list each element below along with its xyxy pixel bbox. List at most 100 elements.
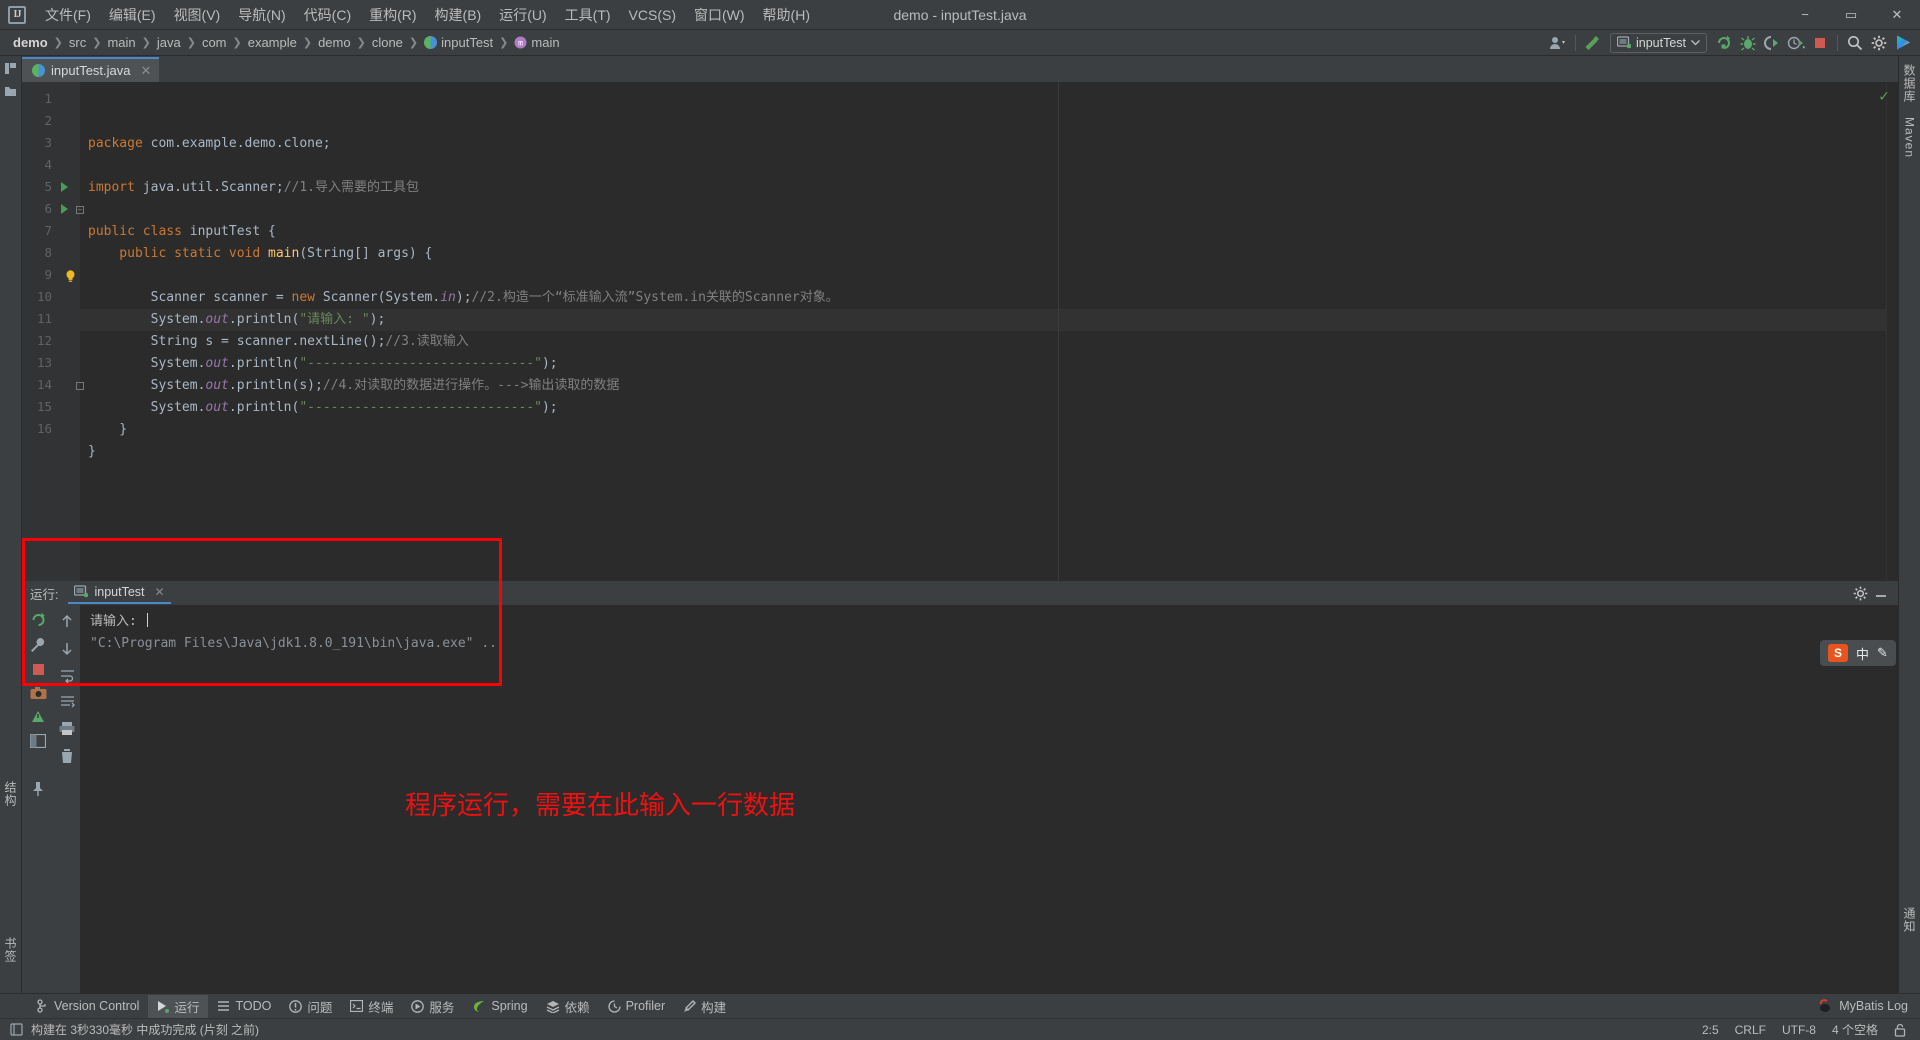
trash-icon[interactable] xyxy=(60,748,74,764)
scroll-up-icon[interactable] xyxy=(60,613,74,629)
editor-scrollbar[interactable] xyxy=(1886,82,1898,581)
account-icon[interactable] xyxy=(1547,32,1569,54)
layout-settings-icon[interactable] xyxy=(30,734,46,748)
gutter-line-9[interactable]: 9 xyxy=(22,264,80,286)
close-icon[interactable]: ✕ xyxy=(141,63,152,79)
code-line-7[interactable] xyxy=(80,265,1886,287)
gutter-line-3[interactable]: 3 xyxy=(22,132,80,154)
menu-code[interactable]: 代码(C) xyxy=(295,1,360,29)
code-line-2[interactable] xyxy=(80,155,1886,177)
menu-vcs[interactable]: VCS(S) xyxy=(620,3,685,27)
ime-status-bar[interactable]: S 中 ✎ xyxy=(1820,640,1896,666)
code-line-10[interactable]: String s = scanner.nextLine();//3.读取输入 xyxy=(80,331,1886,353)
run-configuration-selector[interactable]: inputTest xyxy=(1609,32,1707,53)
left-strip-bookmarks-label[interactable]: 书签 xyxy=(2,937,19,963)
menu-navigate[interactable]: 导航(N) xyxy=(229,1,294,29)
code-line-3[interactable]: import java.util.Scanner;//1.导入需要的工具包 xyxy=(80,177,1886,199)
project-tool-icon[interactable] xyxy=(4,62,17,75)
breadcrumb-main[interactable]: main xyxy=(102,33,140,52)
close-icon[interactable]: ✕ xyxy=(155,585,165,599)
code-line-6[interactable]: public static void main(String[] args) { xyxy=(80,243,1886,265)
left-strip-structure-label[interactable]: 结构 xyxy=(2,781,19,807)
editor-tab-inputTest[interactable]: inputTest.java ✕ xyxy=(22,57,160,82)
inspection-status-icon[interactable]: ✓ xyxy=(1878,88,1890,105)
gutter-line-16[interactable]: 16 xyxy=(22,418,80,440)
stop-red-icon[interactable] xyxy=(31,662,46,677)
run-gutter-icon[interactable] xyxy=(61,204,68,214)
breadcrumb-demo[interactable]: demo xyxy=(8,33,53,52)
code-line-15[interactable]: } xyxy=(80,441,1886,463)
code-line-4[interactable] xyxy=(80,199,1886,221)
wrench-icon[interactable] xyxy=(30,637,46,653)
close-button[interactable]: ✕ xyxy=(1874,0,1920,30)
minimize-icon[interactable] xyxy=(1874,586,1888,600)
code-line-8[interactable]: Scanner scanner = new Scanner(System.in)… xyxy=(80,287,1886,309)
right-strip-maven-label[interactable]: Maven xyxy=(1903,117,1917,158)
code-content[interactable]: package com.example.demo.clone; import j… xyxy=(80,82,1886,581)
breadcrumb-clone[interactable]: clone xyxy=(367,33,408,52)
gutter-line-6[interactable]: 6− xyxy=(22,198,84,220)
expand-icon[interactable] xyxy=(60,695,75,709)
run-tab-inputTest[interactable]: inputTest ✕ xyxy=(68,583,171,604)
gutter-line-12[interactable]: 12 xyxy=(22,330,80,352)
maximize-button[interactable]: ▭ xyxy=(1828,0,1874,30)
sidebar-item-profiler[interactable]: Profiler xyxy=(599,995,675,1018)
gutter-line-1[interactable]: 1 xyxy=(22,88,80,110)
breadcrumb-class[interactable]: inputTest xyxy=(419,33,498,52)
debug-icon[interactable] xyxy=(1737,32,1759,54)
sidebar-item-spring[interactable]: Spring xyxy=(463,995,536,1018)
breadcrumb-com[interactable]: com xyxy=(197,33,232,52)
code-line-14[interactable]: } xyxy=(80,419,1886,441)
menu-tools[interactable]: 工具(T) xyxy=(556,1,620,29)
menu-run[interactable]: 运行(U) xyxy=(490,1,555,29)
ime-extra-icon[interactable]: ✎ xyxy=(1877,645,1888,661)
pin-icon[interactable] xyxy=(31,781,45,797)
soft-wrap-icon[interactable] xyxy=(60,669,75,683)
code-line-5[interactable]: public class inputTest { xyxy=(80,221,1886,243)
breadcrumb-java[interactable]: java xyxy=(152,33,186,52)
gutter-line-8[interactable]: 8 xyxy=(22,242,80,264)
menu-help[interactable]: 帮助(H) xyxy=(754,1,819,29)
gutter-line-15[interactable]: 15 xyxy=(22,396,80,418)
gear-icon[interactable] xyxy=(1853,586,1868,601)
code-line-13[interactable]: System.out.println("--------------------… xyxy=(80,397,1886,419)
breadcrumb-src[interactable]: src xyxy=(64,33,91,52)
gutter-line-13[interactable]: 13 xyxy=(22,352,80,374)
code-line-16[interactable] xyxy=(80,463,1886,485)
right-strip-database-label[interactable]: 数据库 xyxy=(1901,64,1918,103)
menu-edit[interactable]: 编辑(E) xyxy=(100,1,165,29)
breadcrumb-example[interactable]: example xyxy=(243,33,302,52)
breadcrumb-method[interactable]: m main xyxy=(509,33,564,52)
gutter-line-4[interactable]: 4 xyxy=(22,154,80,176)
run-gutter-icon[interactable] xyxy=(61,182,68,192)
sidebar-item-build[interactable]: 构建 xyxy=(674,995,735,1018)
menu-refactor[interactable]: 重构(R) xyxy=(360,1,425,29)
gutter-line-5[interactable]: 5 xyxy=(22,176,80,198)
lock-icon[interactable] xyxy=(1894,1023,1906,1037)
caret-position[interactable]: 2:5 xyxy=(1702,1023,1719,1037)
stop-icon[interactable] xyxy=(1809,32,1831,54)
gutter-line-7[interactable]: 7 xyxy=(22,220,80,242)
gutter-line-2[interactable]: 2 xyxy=(22,110,80,132)
thread-dump-icon[interactable] xyxy=(30,709,46,725)
sidebar-item-todo[interactable]: TODO xyxy=(208,995,280,1018)
sidebar-item-terminal[interactable]: 终端 xyxy=(341,995,402,1018)
scroll-down-icon[interactable] xyxy=(60,641,74,657)
run-icon[interactable] xyxy=(1713,32,1735,54)
profile-icon[interactable] xyxy=(1785,32,1807,54)
print-icon[interactable] xyxy=(59,721,75,736)
line-separator[interactable]: CRLF xyxy=(1735,1023,1766,1037)
menu-window[interactable]: 窗口(W) xyxy=(685,1,754,29)
code-line-12[interactable]: System.out.println(s);//4.对读取的数据进行操作。---… xyxy=(80,375,1886,397)
menu-build[interactable]: 构建(B) xyxy=(426,1,491,29)
right-strip-notifications-label[interactable]: 通知 xyxy=(1901,907,1918,933)
editor-gutter[interactable]: 1 2 3 4 5 6−7 8 9 10 11 12 13 14 15 16 xyxy=(22,82,84,581)
gutter-line-11[interactable]: 11 xyxy=(22,308,80,330)
sidebar-item-services[interactable]: 服务 xyxy=(402,995,463,1018)
code-line-11[interactable]: System.out.println("--------------------… xyxy=(80,353,1886,375)
sidebar-item-dependencies[interactable]: 依赖 xyxy=(537,995,599,1018)
mybatis-log-label[interactable]: MyBatis Log xyxy=(1839,999,1908,1013)
indent-setting[interactable]: 4 个空格 xyxy=(1832,1021,1878,1038)
sidebar-item-version-control[interactable]: Version Control xyxy=(28,995,148,1018)
code-line-1[interactable]: package com.example.demo.clone; xyxy=(80,133,1886,155)
